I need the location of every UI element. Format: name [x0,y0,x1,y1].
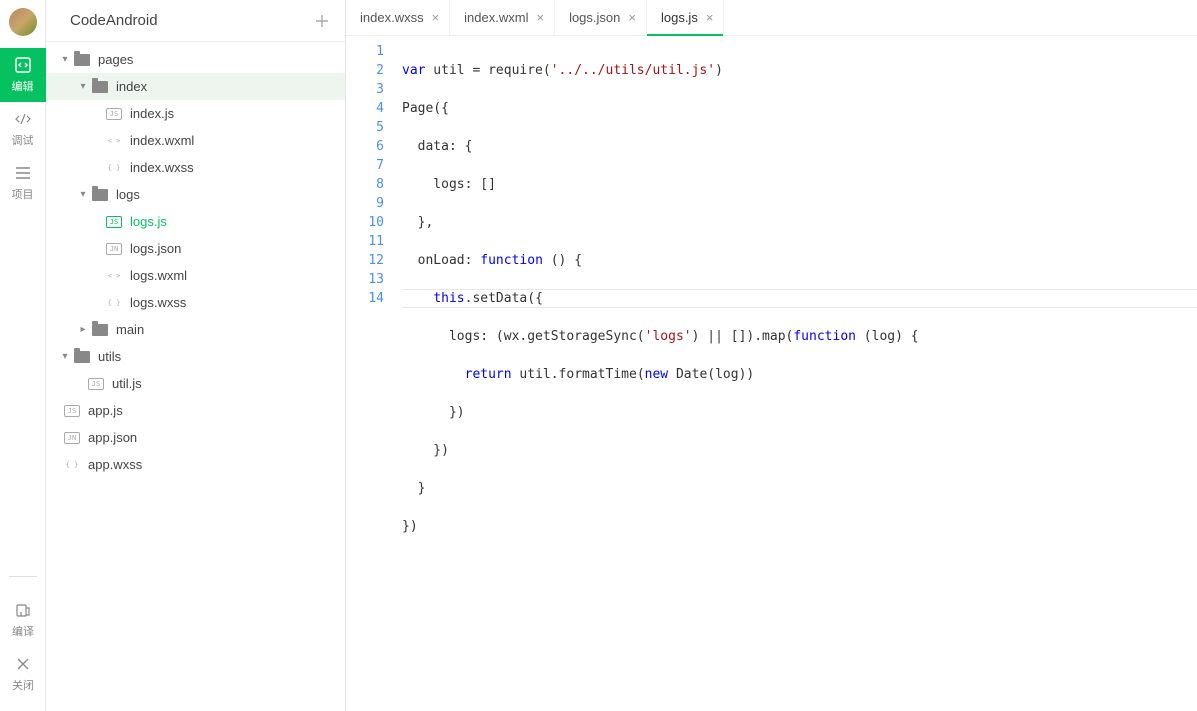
code-content[interactable]: var util = require('../../utils/util.js'… [402,42,1197,711]
folder-utils[interactable]: ▾ utils [46,343,345,370]
toolbar-bottom: 编译 关闭 [0,576,46,701]
tree-label: logs.wxml [130,268,187,283]
file-logs-json[interactable]: JN logs.json [46,235,345,262]
json-icon: JN [64,432,80,444]
folder-icon [74,351,90,363]
tab-label: index.wxss [360,10,424,25]
file-logs-wxss[interactable]: { } logs.wxss [46,289,345,316]
tool-edit[interactable]: 编辑 [0,48,46,102]
tool-close[interactable]: 关闭 [0,647,46,701]
tab-label: logs.json [569,10,620,25]
wxml-icon: < > [106,270,122,282]
tab-index-wxss[interactable]: index.wxss × [346,0,450,35]
sidebar-header: CodeAndroid [46,0,345,42]
js-icon: JS [106,108,122,120]
file-logs-js[interactable]: JS logs.js [46,208,345,235]
tool-project-label: 项目 [12,186,34,202]
left-toolbar: 编辑 调试 项目 编译 关闭 [0,0,46,711]
line-gutter: 1234567891011121314 [346,42,402,711]
divider [9,576,37,577]
wxss-icon: { } [64,459,80,471]
tree-label: app.js [88,403,123,418]
tree-label: util.js [112,376,142,391]
wxss-icon: { } [106,297,122,309]
close-icon[interactable]: × [536,10,544,25]
js-icon: JS [88,378,104,390]
wxml-icon: < > [106,135,122,147]
chevron-down-icon: ▾ [78,81,88,92]
file-app-wxss[interactable]: { } app.wxss [46,451,345,478]
file-tree: ▾ pages ▾ index JS index.js < > index.wx… [46,42,345,711]
code-icon [14,56,32,74]
folder-pages[interactable]: ▾ pages [46,46,345,73]
tree-label: logs.js [130,214,167,229]
debug-icon [14,110,32,128]
close-icon[interactable]: × [628,10,636,25]
tab-label: index.wxml [464,10,528,25]
tool-project[interactable]: 项目 [0,156,46,210]
tab-logs-js[interactable]: logs.js × [647,0,724,35]
close-icon[interactable]: × [706,10,714,25]
tree-label: logs.json [130,241,181,256]
close-icon [14,655,32,673]
add-button[interactable] [313,12,331,30]
close-icon[interactable]: × [432,10,440,25]
tab-index-wxml[interactable]: index.wxml × [450,0,555,35]
js-icon: JS [106,216,122,228]
file-index-wxss[interactable]: { } index.wxss [46,154,345,181]
folder-main[interactable]: ▸ main [46,316,345,343]
json-icon: JN [106,243,122,255]
tree-label: index.wxml [130,133,194,148]
tool-edit-label: 编辑 [12,78,34,94]
tree-label: index.wxss [130,160,194,175]
folder-icon [92,81,108,93]
tree-label: logs.wxss [130,295,186,310]
menu-icon [14,164,32,182]
file-index-wxml[interactable]: < > index.wxml [46,127,345,154]
file-logs-wxml[interactable]: < > logs.wxml [46,262,345,289]
tool-compile-label: 编译 [12,623,34,639]
js-icon: JS [64,405,80,417]
avatar[interactable] [9,8,37,36]
tree-label: app.wxss [88,457,142,472]
folder-index[interactable]: ▾ index [46,73,345,100]
file-index-js[interactable]: JS index.js [46,100,345,127]
file-app-js[interactable]: JS app.js [46,397,345,424]
tool-compile[interactable]: 编译 [0,593,46,647]
wxss-icon: { } [106,162,122,174]
tool-debug-label: 调试 [12,132,34,148]
tree-label: pages [98,52,133,67]
tool-close-label: 关闭 [12,677,34,693]
folder-logs[interactable]: ▾ logs [46,181,345,208]
chevron-down-icon: ▾ [60,351,70,362]
tree-label: main [116,322,144,337]
compile-icon [14,601,32,619]
tab-logs-json[interactable]: logs.json × [555,0,647,35]
project-name: CodeAndroid [70,12,158,29]
code-area[interactable]: 1234567891011121314 var util = require('… [346,36,1197,711]
tree-label: logs [116,187,140,202]
tree-label: app.json [88,430,137,445]
file-util-js[interactable]: JS util.js [46,370,345,397]
sidebar: CodeAndroid ▾ pages ▾ index JS index.js … [46,0,346,711]
folder-icon [92,189,108,201]
folder-icon [92,324,108,336]
tree-label: index.js [130,106,174,121]
tree-label: index [116,79,147,94]
chevron-down-icon: ▾ [60,54,70,65]
editor: index.wxss × index.wxml × logs.json × lo… [346,0,1197,711]
chevron-right-icon: ▸ [78,324,88,335]
tree-label: utils [98,349,121,364]
folder-icon [74,54,90,66]
tool-debug[interactable]: 调试 [0,102,46,156]
chevron-down-icon: ▾ [78,189,88,200]
tab-label: logs.js [661,10,698,25]
file-app-json[interactable]: JN app.json [46,424,345,451]
tab-bar: index.wxss × index.wxml × logs.json × lo… [346,0,1197,36]
